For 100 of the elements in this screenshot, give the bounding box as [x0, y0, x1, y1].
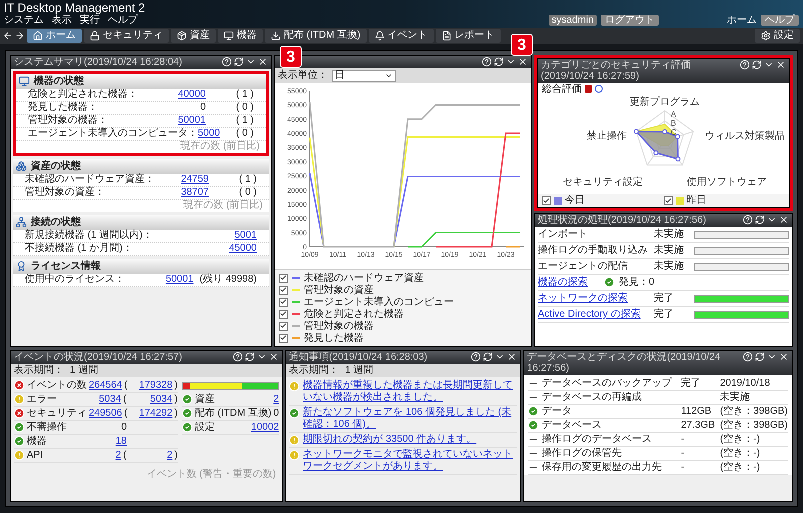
check-circle-icon [14, 422, 25, 433]
checkbox[interactable] [542, 196, 551, 205]
checkbox[interactable] [279, 274, 288, 282]
link[interactable]: 38707 [181, 187, 209, 199]
notice-link[interactable]: 機器情報が重複した機器または長期間更新していない機器が検出されました。 [303, 380, 518, 404]
refresh-icon[interactable] [755, 352, 765, 362]
close-icon[interactable] [518, 57, 528, 67]
legend-label: 危険と判定された機器 [304, 308, 404, 320]
exclamation-circle-icon [289, 435, 300, 446]
refresh-icon[interactable] [483, 352, 494, 362]
checkbox[interactable] [664, 196, 672, 205]
bell-icon [374, 31, 385, 41]
checkbox[interactable] [279, 286, 288, 294]
extra-text: (空き：398GB) [720, 406, 788, 418]
close-icon[interactable] [779, 352, 789, 362]
value-text: - [681, 462, 685, 472]
link[interactable]: 24759 [181, 174, 209, 186]
link[interactable]: 45000 [229, 243, 257, 255]
home-link[interactable]: ホーム [727, 15, 757, 26]
link[interactable]: 2 [116, 450, 122, 460]
row-label: データベースの再編成 [542, 392, 642, 402]
forward-icon[interactable] [15, 31, 25, 41]
help-icon[interactable] [471, 352, 482, 362]
status-text: 完了 [654, 308, 675, 322]
settings-button[interactable]: 設定 [755, 29, 800, 43]
nav-tab[interactable]: 機器 [218, 29, 263, 43]
checkbox[interactable] [279, 334, 288, 342]
notice-link[interactable]: ネットワークモニタで監視されていないネットワークセグメントがあります。 [303, 449, 518, 473]
row-label: 新規接続機器 (1 週間以内)： [25, 230, 154, 242]
close-icon[interactable] [776, 60, 786, 70]
link[interactable]: 50001 [166, 274, 194, 286]
help-icon[interactable] [740, 60, 750, 70]
row-label: 管理対象の機器： [28, 115, 109, 127]
nav-tab[interactable]: レポート [436, 29, 501, 43]
extra-text: 2019/10/18 [720, 378, 770, 390]
link[interactable]: Active Directory の探索 [538, 309, 641, 320]
link[interactable]: 249506 [89, 408, 122, 418]
delta-text: ( 0 ) [239, 187, 257, 198]
radar-chart-drawing [634, 110, 694, 166]
link[interactable]: ネットワークの探索 [538, 293, 628, 304]
link[interactable]: 2 [167, 450, 173, 460]
link[interactable]: 174292 [139, 408, 173, 418]
paren-text: ) [174, 394, 178, 406]
nav-tab[interactable]: 配布 (ITDM 互換) [265, 29, 367, 43]
nav-tab[interactable]: ホーム [27, 29, 82, 43]
nav-tab[interactable]: 資産 [171, 29, 216, 43]
notice-link[interactable]: 新たなソフトウェアを 106 個発見しました (未確認：106 個)。 [303, 407, 518, 431]
notice-link[interactable]: 期限切れの契約が 33500 件あります。 [303, 434, 477, 446]
help-icon[interactable] [482, 57, 492, 67]
status-text: 未実施 [654, 228, 685, 242]
link[interactable]: 40000 [178, 89, 206, 101]
menu-item[interactable]: システム [4, 15, 44, 27]
help-icon[interactable] [743, 215, 753, 225]
help-button[interactable]: ヘルプ [761, 15, 799, 26]
back-icon[interactable] [3, 31, 13, 41]
link[interactable]: 機器の探索 [538, 275, 588, 290]
refresh-icon[interactable] [234, 57, 244, 67]
refresh-icon[interactable] [494, 57, 504, 67]
help-icon[interactable] [233, 352, 244, 362]
refresh-icon[interactable] [245, 352, 256, 362]
row-label: データベース [542, 420, 602, 430]
value-text: - [681, 448, 685, 458]
lock-icon [90, 31, 100, 41]
grade-label: A [671, 110, 676, 119]
menu-item[interactable]: 表示 [52, 15, 72, 27]
close-icon[interactable] [269, 352, 280, 362]
link[interactable]: 264564 [89, 380, 122, 390]
paren-text: ( [123, 394, 127, 406]
checkbox[interactable] [279, 298, 288, 306]
paren-text: ) [174, 380, 178, 392]
checkbox[interactable] [279, 322, 288, 330]
menu-item[interactable]: 実行 [80, 15, 100, 27]
row-label: 配布 (ITDM 互換) [195, 408, 272, 420]
link[interactable]: 5001 [234, 230, 257, 242]
link[interactable]: 2 [274, 394, 280, 406]
refresh-icon[interactable] [755, 215, 765, 225]
link[interactable]: 50001 [178, 115, 206, 127]
link[interactable]: 5034 [99, 394, 122, 404]
link[interactable]: 18 [116, 436, 127, 446]
close-icon[interactable] [507, 352, 518, 362]
nav-tab[interactable]: イベント [368, 29, 434, 43]
help-icon[interactable] [222, 57, 232, 67]
checkbox[interactable] [279, 310, 288, 318]
refresh-icon[interactable] [752, 60, 762, 70]
unit-select[interactable]: 日 [332, 70, 396, 82]
close-icon[interactable] [258, 57, 268, 67]
paren-text: ( [123, 450, 127, 462]
help-icon[interactable] [743, 352, 753, 362]
link[interactable]: 5034 [150, 394, 173, 404]
status-text: 未実施 [654, 260, 685, 274]
row-label: 不審操作 [27, 422, 68, 434]
menu-item[interactable]: ヘルプ [108, 15, 138, 27]
link[interactable]: 10002 [251, 422, 280, 434]
nav-tab[interactable]: セキュリティ [84, 29, 169, 43]
link[interactable]: 179328 [139, 380, 173, 390]
link[interactable]: 5000 [198, 128, 220, 140]
unit-label: 表示単位： [278, 68, 328, 83]
logout-button[interactable]: ログアウト [601, 15, 659, 26]
note-text: 現在の数 (前日比) [182, 200, 264, 212]
close-icon[interactable] [779, 215, 789, 225]
